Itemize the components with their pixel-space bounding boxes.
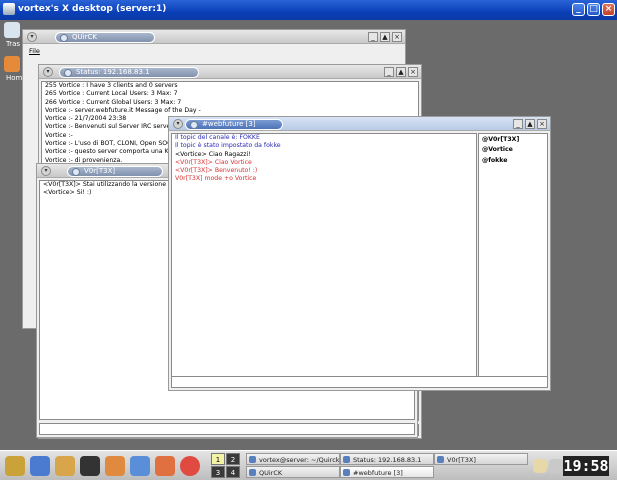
channel-user-list[interactable]: @V0r[T3X] @Vortice @fokke	[478, 133, 548, 377]
irc-server-icon	[64, 69, 72, 77]
task-channel[interactable]: #webfuture [3]	[340, 466, 434, 478]
task-terminal[interactable]: vortex@server: ~/Quirck	[246, 453, 340, 465]
tray-icon[interactable]	[549, 459, 563, 473]
tools-icon[interactable]	[55, 456, 75, 476]
status-titlebar[interactable]: ▾ Status: 192.168.83.1 _ ▲ ×	[39, 65, 421, 79]
status-title: Status: 192.168.83.1	[59, 67, 199, 78]
trash-icon[interactable]	[4, 22, 20, 38]
vnc-app-icon	[3, 3, 15, 15]
home-icon[interactable]	[105, 456, 125, 476]
channel-title: #webfuture [3]	[185, 119, 283, 130]
user-list-item[interactable]: @V0r[T3X]	[479, 136, 547, 144]
desktop-3[interactable]: 3	[211, 466, 225, 478]
irc-task-icon	[249, 469, 256, 476]
outer-window-title: vortex's X desktop (server:1)	[18, 4, 167, 14]
quirck-app-icon	[60, 34, 68, 42]
minimize-button[interactable]: _	[384, 67, 394, 77]
desktop-icon[interactable]	[30, 456, 50, 476]
desktop-4[interactable]: 4	[226, 466, 240, 478]
close-button[interactable]: ×	[408, 67, 418, 77]
maximize-button[interactable]: □	[587, 3, 600, 16]
task-status[interactable]: Status: 192.168.83.1	[340, 453, 434, 465]
channel-log-line: Il topic è stato impostato da fokke	[175, 142, 281, 150]
query-title-text: V0r[T3X]	[84, 167, 116, 175]
channel-title-text: #webfuture [3]	[202, 120, 256, 128]
quirck-titlebar[interactable]: ▾ QUirCK _ ▲ ×	[23, 30, 405, 44]
status-log-line: 265 Vortice : Current Local Users: 3 Max…	[45, 90, 178, 98]
channel-log-line: V0r[T3X] mode +o Vortice	[175, 175, 257, 183]
maximize-button[interactable]: ▲	[525, 119, 535, 129]
quirck-title: QUirCK	[55, 32, 155, 43]
quirck-title-text: QUirCK	[72, 33, 97, 41]
window-menu-icon[interactable]: ▾	[41, 166, 51, 176]
task-label: V0r[T3X]	[447, 456, 476, 464]
query-user-icon	[72, 168, 80, 176]
status-title-text: Status: 192.168.83.1	[76, 68, 150, 76]
help-icon[interactable]	[180, 456, 200, 476]
kde-panel: 1 2 3 4 vortex@server: ~/Quirck Status: …	[0, 450, 617, 480]
irc-task-icon	[343, 456, 350, 463]
mail-icon[interactable]	[155, 456, 175, 476]
window-menu-icon[interactable]: ▾	[43, 67, 53, 77]
terminal-icon[interactable]	[80, 456, 100, 476]
minimize-button[interactable]: _	[513, 119, 523, 129]
task-label: QUirCK	[259, 469, 283, 477]
window-menu-icon[interactable]: ▾	[27, 32, 37, 42]
home-label: Hom	[6, 74, 23, 82]
menu-file[interactable]: File	[29, 47, 40, 55]
window-menu-icon[interactable]: ▾	[173, 119, 183, 129]
desktop-2[interactable]: 2	[226, 453, 240, 465]
channel-log[interactable]: Il topic del canale è: FOKKE Il topic è s…	[171, 133, 477, 377]
trash-label: Tras	[6, 40, 21, 48]
kde-menu-icon[interactable]	[5, 456, 25, 476]
channel-log-line: <Vortice> Ciao Ragazzi!	[175, 150, 251, 158]
task-label: #webfuture [3]	[353, 469, 403, 477]
clipboard-icon[interactable]	[533, 459, 547, 473]
query-title: V0r[T3X]	[67, 166, 163, 177]
minimize-button[interactable]: _	[572, 3, 585, 16]
channel-icon	[190, 121, 198, 129]
channel-titlebar[interactable]: ▾ #webfuture [3] _ ▲ ×	[169, 117, 550, 131]
task-quirck[interactable]: QUirCK	[246, 466, 340, 478]
task-query[interactable]: V0r[T3X]	[434, 453, 528, 465]
status-log-line: 255 Vortice : I have 3 clients and 0 ser…	[45, 82, 178, 89]
status-log-line: Vortice :- server.webfuture.it Message o…	[45, 106, 201, 114]
status-log-line: 266 Vortice : Current Global Users: 3 Ma…	[45, 98, 182, 106]
channel-log-line: <V0r[T3X]> Ciao Vortice	[175, 158, 252, 166]
query-input[interactable]	[39, 423, 415, 435]
task-label: vortex@server: ~/Quirck	[259, 456, 340, 464]
terminal-task-icon	[249, 456, 256, 463]
outer-window-titlebar[interactable]: vortex's X desktop (server:1) _ □ ×	[0, 0, 617, 20]
network-icon[interactable]	[130, 456, 150, 476]
irc-task-icon	[343, 469, 350, 476]
maximize-button[interactable]: ▲	[380, 32, 390, 42]
clock: 19:58	[563, 456, 609, 476]
minimize-button[interactable]: _	[368, 32, 378, 42]
channel-window: ▾ #webfuture [3] _ ▲ × Il topic del cana…	[168, 116, 551, 391]
user-list-item[interactable]: @fokke	[479, 157, 547, 165]
channel-input[interactable]	[171, 376, 548, 388]
close-button[interactable]: ×	[602, 3, 615, 16]
channel-log-line: <V0r[T3X]> Benvenuto! :)	[175, 167, 258, 175]
desktop-1[interactable]: 1	[211, 453, 225, 465]
home-folder-icon[interactable]	[4, 56, 20, 72]
user-list-item[interactable]: @Vortice	[479, 146, 547, 154]
maximize-button[interactable]: ▲	[396, 67, 406, 77]
close-button[interactable]: ×	[537, 119, 547, 129]
task-label: Status: 192.168.83.1	[353, 456, 422, 464]
irc-task-icon	[437, 456, 444, 463]
close-button[interactable]: ×	[392, 32, 402, 42]
